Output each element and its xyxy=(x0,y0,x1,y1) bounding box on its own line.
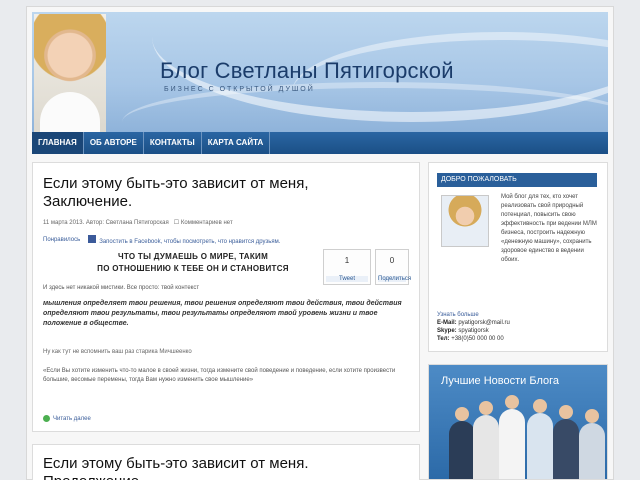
post-paragraph: «Если Вы хотите изменить что-то малое в … xyxy=(43,368,396,383)
tweet-count: 1 xyxy=(344,256,350,265)
share-button[interactable]: Поделиться xyxy=(378,276,411,282)
post-paragraph: Ну как тут не вспомнить ваш раз старика … xyxy=(43,349,192,355)
post-paragraph: И здесь нет никакой мистики. Все просто:… xyxy=(43,285,200,291)
widget-title: ДОБРО ПОЖАЛОВАТЬ xyxy=(437,173,597,187)
post-title[interactable]: Если этому быть-это зависит от меня, Зак… xyxy=(43,175,363,211)
post-meta: 11 марта 2013. Автор: Светлана Пятигорск… xyxy=(43,219,233,226)
banner-title: Лучшие Новости Блога xyxy=(441,375,559,387)
share-bar: Понравилось Запостить в Facebook, чтобы … xyxy=(43,235,280,245)
phone-value: +38(0)50 000 00 00 xyxy=(451,336,504,342)
banner-person xyxy=(449,407,475,479)
widget-text: Мой блог для тех, кто хочет реализовать … xyxy=(501,194,597,263)
banner-person xyxy=(553,405,579,479)
quote-line: ЧТО ТЫ ДУМАЕШЬ О МИРЕ, ТАКИМ xyxy=(117,252,269,261)
banner-person xyxy=(579,409,605,479)
like-button[interactable]: Понравилось xyxy=(43,237,80,243)
nav-item-contacts[interactable]: КОНТАКТЫ xyxy=(144,132,202,154)
best-news-banner[interactable]: Лучшие Новости Блога xyxy=(428,364,608,480)
post-title[interactable]: Если этому быть-это зависит от меня. Про… xyxy=(43,455,363,480)
comment-icon: ☐ xyxy=(173,220,180,226)
post-card: Если этому быть-это зависит от меня, Зак… xyxy=(32,162,420,432)
facebook-share-text: Запостить в Facebook, чтобы посмотреть, … xyxy=(99,239,281,245)
skype-label: Skype: xyxy=(437,328,457,334)
read-more-label: Читать далее xyxy=(53,415,91,422)
post-card: Если этому быть-это зависит от меня. Про… xyxy=(32,444,420,480)
skype-value: spyatigorsk xyxy=(458,328,489,334)
main-navigation: ГЛАВНАЯ ОБ АВТОРЕ КОНТАКТЫ КАРТА САЙТА xyxy=(32,132,608,154)
read-more-link[interactable]: Читать далее xyxy=(43,415,91,422)
site-subtitle: БИЗНЕС С ОТКРЫТОЙ ДУШОЙ xyxy=(164,86,315,93)
email-row: E-Mail: pyatigorsk@mail.ru xyxy=(437,319,602,327)
site-header: Блог Светланы Пятигорской БИЗНЕС С ОТКРЫ… xyxy=(32,12,608,132)
arrow-icon xyxy=(43,415,50,422)
banner-person xyxy=(473,401,499,479)
share-count: 0 xyxy=(389,256,395,265)
author-photo xyxy=(34,14,106,132)
author-avatar xyxy=(441,195,489,247)
email-value[interactable]: pyatigorsk@mail.ru xyxy=(458,320,509,326)
banner-person xyxy=(499,395,525,479)
nav-item-sitemap[interactable]: КАРТА САЙТА xyxy=(202,132,271,154)
post-paragraph-emphasis: мышления определяет твои решения, твои р… xyxy=(43,300,402,327)
share-counter[interactable]: 0 Поделиться xyxy=(375,249,411,285)
tweet-button[interactable]: Tweet xyxy=(326,276,368,282)
quote-line: ПО ОТНОШЕНИЮ К ТЕБЕ ОН И СТАНОВИТСЯ xyxy=(97,264,289,273)
banner-person xyxy=(527,399,553,479)
phone-label: Тел: xyxy=(437,336,450,342)
email-label: E-Mail: xyxy=(437,320,457,326)
contact-info: Узнать больше E-Mail: pyatigorsk@mail.ru… xyxy=(437,311,602,343)
facebook-icon xyxy=(88,235,97,243)
comments-link[interactable]: Комментариев нет xyxy=(181,220,233,226)
tweet-counter[interactable]: 1 Tweet xyxy=(323,249,371,285)
skype-row: Skype: spyatigorsk xyxy=(437,327,602,335)
facebook-share[interactable]: Запостить в Facebook, чтобы посмотреть, … xyxy=(88,235,280,245)
phone-row: Тел: +38(0)50 000 00 00 xyxy=(437,335,602,343)
post-date-author: 11 марта 2013. Автор: Светлана Пятигорск… xyxy=(43,220,169,226)
nav-item-home[interactable]: ГЛАВНАЯ xyxy=(32,132,84,154)
site-title[interactable]: Блог Светланы Пятигорской xyxy=(160,58,454,84)
nav-item-about[interactable]: ОБ АВТОРЕ xyxy=(84,132,144,154)
learn-more-link[interactable]: Узнать больше xyxy=(437,311,602,319)
post-quote: ЧТО ТЫ ДУМАЕШЬ О МИРЕ, ТАКИМ ПО ОТНОШЕНИ… xyxy=(63,251,323,275)
welcome-widget: ДОБРО ПОЖАЛОВАТЬ Мой блог для тех, кто х… xyxy=(428,162,608,352)
